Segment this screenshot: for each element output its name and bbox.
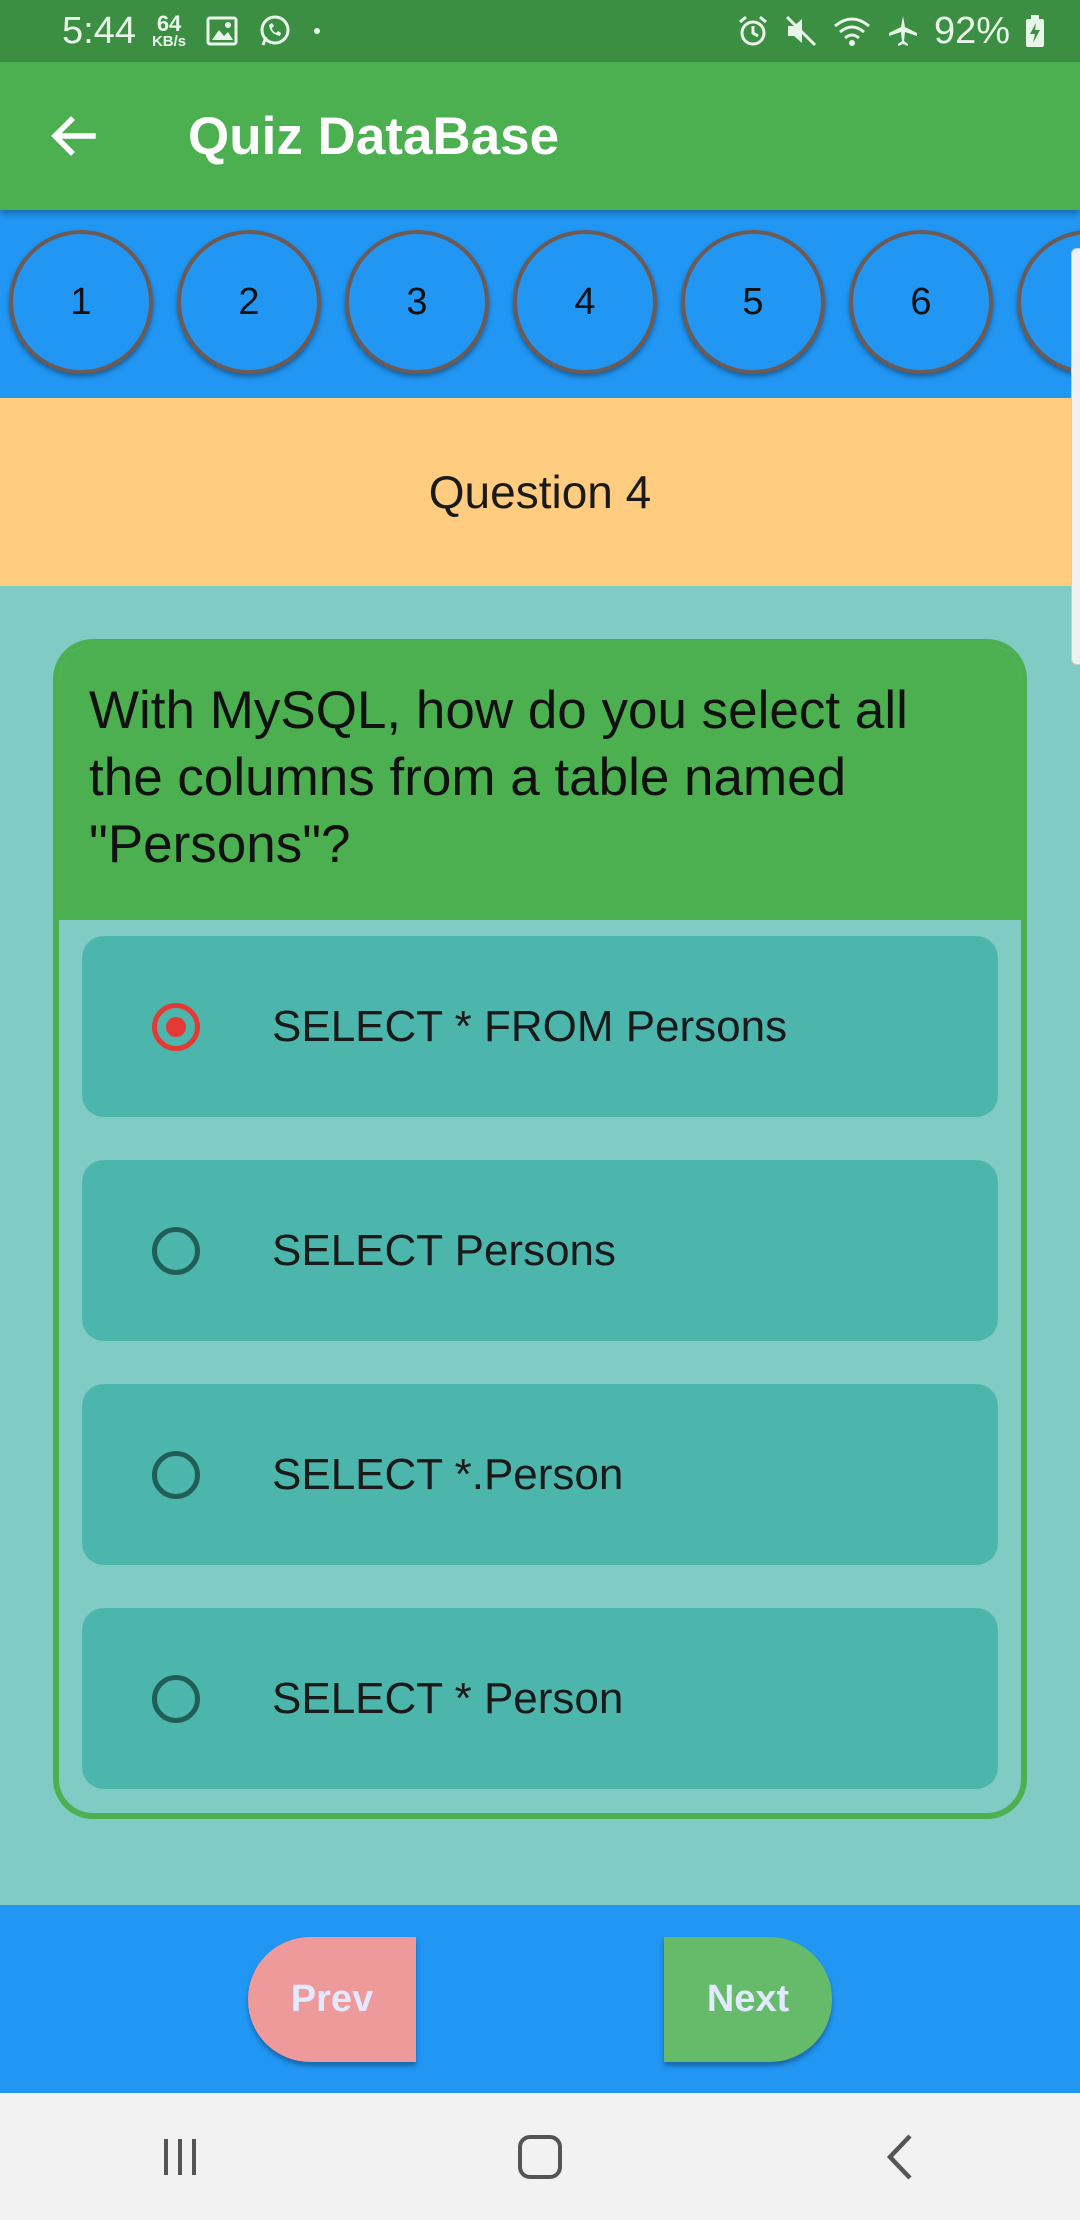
status-system-icons: 92%: [736, 10, 1046, 53]
answer-option[interactable]: SELECT * FROM Persons: [82, 936, 998, 1117]
question-number-button[interactable]: 5: [681, 230, 825, 374]
next-button[interactable]: Next: [664, 1937, 832, 2062]
network-speed: 64 KB/s: [151, 10, 187, 50]
mute-icon: [785, 15, 816, 47]
recent-apps-icon: [164, 2138, 196, 2175]
chevron-left-icon: [886, 2133, 912, 2180]
arrow-back-icon: [51, 116, 96, 156]
system-nav-bar: [0, 2093, 1080, 2220]
back-button[interactable]: [38, 101, 108, 171]
wifi-icon: [833, 17, 870, 46]
question-card: With MySQL, how do you select all the co…: [53, 639, 1027, 1819]
recent-apps-button[interactable]: [130, 2107, 230, 2207]
home-icon: [518, 2134, 562, 2179]
radio-unselected-icon[interactable]: [152, 1674, 200, 1723]
alarm-icon: [738, 15, 767, 46]
answer-option[interactable]: SELECT *.Person: [82, 1384, 998, 1565]
network-speed-value: 64: [156, 10, 182, 36]
question-text: With MySQL, how do you select all the co…: [59, 645, 1021, 920]
scrollbar-thumb[interactable]: [1071, 248, 1080, 665]
answer-option-label: SELECT * FROM Persons: [272, 1001, 788, 1051]
answer-option-label: SELECT Persons: [272, 1225, 617, 1275]
answer-option[interactable]: SELECT * Person: [82, 1608, 998, 1789]
battery-charging-icon: [1026, 15, 1044, 47]
network-speed-unit: KB/s: [151, 32, 187, 50]
airplane-icon: [888, 16, 917, 46]
prev-button[interactable]: Prev: [248, 1937, 416, 2062]
dot-icon: [314, 28, 321, 34]
system-back-button[interactable]: [850, 2107, 950, 2207]
question-header: Question 4: [0, 398, 1080, 586]
gallery-icon: [206, 16, 238, 46]
question-number-button[interactable]: 4: [513, 230, 657, 374]
home-button[interactable]: [490, 2107, 590, 2207]
answer-option-label: SELECT * Person: [272, 1673, 624, 1723]
battery-percentage: 92%: [933, 9, 1010, 52]
status-bar: 5:44 64 KB/s 92%: [0, 0, 1080, 62]
status-time: 5:44: [62, 9, 136, 52]
app-bar: Quiz DataBase: [0, 62, 1080, 210]
question-number-button[interactable]: 2: [177, 230, 321, 374]
bottom-button-bar: Prev Next: [0, 1905, 1080, 2093]
radio-unselected-icon[interactable]: [152, 1226, 200, 1275]
question-number-button[interactable]: 6: [849, 230, 993, 374]
radio-unselected-icon[interactable]: [152, 1450, 200, 1499]
status-notification-icons: 64 KB/s: [151, 10, 322, 50]
whatsapp-icon: [260, 15, 290, 46]
question-number-button[interactable]: 3: [345, 230, 489, 374]
radio-selected-icon[interactable]: [152, 1002, 200, 1051]
app-title: Quiz DataBase: [188, 106, 560, 166]
question-number-button[interactable]: 1: [9, 230, 153, 374]
answer-option-label: SELECT *.Person: [272, 1449, 624, 1499]
answer-option[interactable]: SELECT Persons: [82, 1160, 998, 1341]
radio-dot: [166, 1016, 186, 1037]
question-number-strip[interactable]: 1 2 3 4 5 6 7: [0, 210, 1080, 398]
